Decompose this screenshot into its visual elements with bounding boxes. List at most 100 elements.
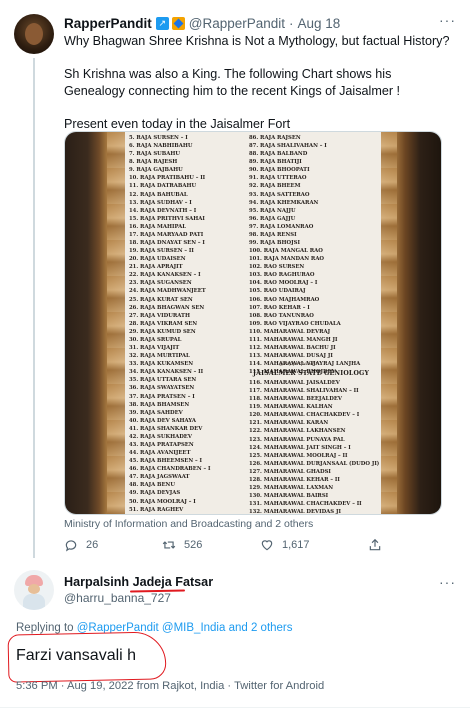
- more-options-icon[interactable]: ···: [439, 12, 456, 28]
- genealogy-entry: 7. RAJA SUBAHU: [129, 151, 181, 158]
- share-icon: [369, 538, 381, 551]
- reply-author-handle[interactable]: @harru_banna_727: [64, 591, 171, 605]
- genealogy-entry: 98. RAJA RENSI: [249, 231, 297, 238]
- genealogy-title: JAISALMER STATE GENIOLOGY: [253, 370, 370, 377]
- genealogy-entry: 128. MAHARAWAL KEHAR – II: [249, 476, 340, 483]
- reply-icon: [65, 540, 77, 552]
- genealogy-entry: 86. RAJA RAJSEN: [249, 135, 301, 141]
- genealogy-entry: 21. RAJA APRAJIT: [129, 264, 183, 271]
- reply-more-options-icon[interactable]: ···: [439, 574, 456, 590]
- carved-pillar-right: [381, 132, 397, 514]
- genealogy-entry: 33. RAJA KUKAMSEN: [129, 361, 194, 368]
- genealogy-entry: 38. RAJA BHAMSEN: [129, 401, 190, 408]
- genealogy-entry: 29. RAJA KUMUD SEN: [129, 328, 196, 335]
- genealogy-entry: 52. RAJA SATTURAO: [129, 514, 210, 515]
- genealogy-entry: 90. RAJA BHOOPATI: [249, 167, 310, 174]
- genealogy-entry: 51. RAJA RAGHEV: [129, 506, 184, 513]
- genealogy-entry: 107. RAO KEHAR – I: [249, 304, 310, 311]
- genealogy-entry: 96. RAJA GAJJU: [249, 215, 296, 222]
- genealogy-entry: 5. RAJA SURSEN – I: [129, 135, 188, 141]
- genealogy-entry: 105. RAO UDAIRAJ: [249, 288, 306, 295]
- genealogy-entry: 23. RAJA SUGANSEN: [129, 280, 192, 287]
- genealogy-entry: 131. MAHARAWAL CHACHAKDEV – II: [249, 501, 362, 508]
- genealogy-entry: 91. RAJA UTTERAO: [249, 175, 307, 182]
- reply-count: 26: [86, 539, 99, 551]
- genealogy-entry: 12. RAJA BAHUBAL: [129, 191, 188, 198]
- reply-button[interactable]: 26: [64, 538, 98, 552]
- genealogy-entry: 13. RAJA SUDHAV – I: [129, 199, 192, 206]
- genealogy-entry: 9. RAJA GAJBAHU: [129, 167, 183, 174]
- genealogy-entry: 103. RAO RAGHURAO: [249, 272, 315, 279]
- genealogy-entry: 40. RAJA DEV SAHAYA: [129, 417, 196, 424]
- genealogy-entry: 46. RAJA CHANDRABEN – I: [129, 466, 211, 473]
- retweet-button[interactable]: 526: [162, 538, 202, 552]
- genealogy-entry: 25. RAJA KURAT SEN: [129, 296, 193, 303]
- genealogy-entry: 47. RAJA JAGSWAAT: [129, 474, 190, 481]
- thread-connector-line: [33, 58, 35, 558]
- genealogy-right-column-lower: 116. MAHARAWAL JAISALDEV 117. MAHARAWAL S…: [249, 379, 380, 514]
- genealogy-right-column: 86. RAJA RAJSEN 87. RAJA SHALIVAHAN – I 88…: [249, 134, 360, 376]
- genealogy-entry: 27. RAJA VIDURATH: [129, 312, 190, 319]
- genealogy-entry: 126. MAHARAWAL DURJANSAAL (DUDO JI): [249, 460, 380, 467]
- genealogy-entry: 100. RAJA MANGAL RAO: [249, 248, 323, 255]
- genealogy-entry: 99. RAJA BHOJSI: [249, 240, 300, 247]
- genealogy-entry: 95. RAJA NAJJU: [249, 207, 296, 214]
- genealogy-entry: 101. RAJA MANDAN RAO: [249, 256, 325, 263]
- genealogy-entry: 6. RAJA NABHIBAHU: [129, 143, 193, 150]
- genealogy-entry: 17. RAJA MARYAAD PATI: [129, 231, 204, 238]
- photo-watermark: @rapperpandit: [279, 361, 318, 367]
- reply-author-display-name[interactable]: Harpalsinh Jadeja Fatsar: [64, 575, 213, 589]
- genealogy-entry: 49. RAJA DEVJAS: [129, 490, 181, 497]
- genealogy-entry: 88. RAJA BALBAND: [249, 151, 308, 158]
- reply-author-avatar[interactable]: [14, 570, 54, 610]
- genealogy-entry: 15. RAJA PRITHVI SAHAI: [129, 215, 205, 222]
- emoji-badge-icon: [171, 16, 185, 30]
- author-handle[interactable]: @RapperPandit: [189, 16, 285, 31]
- genealogy-entry: 89. RAJA BHATIJI: [249, 159, 302, 166]
- genealogy-entry: 109. RAO VIJAYRAO CHUDALA: [249, 320, 341, 327]
- genealogy-entry: 43. RAJA PRATAPSEN: [129, 441, 194, 448]
- genealogy-entry: 117. MAHARAWAL SHALIVAHAN – II: [249, 388, 359, 395]
- genealogy-entry: 123. MAHARAWAL PUNAYA PAL: [249, 436, 345, 443]
- genealogy-entry: 41. RAJA SHANKAR DEV: [129, 425, 203, 432]
- genealogy-entry: 113. MAHARAWAL DUSAJ JI: [249, 353, 333, 360]
- author-display-name[interactable]: RapperPandit: [64, 16, 152, 31]
- genealogy-entry: 30. RAJA SRUPAL: [129, 336, 182, 343]
- genealogy-entry: 87. RAJA SHALIVAHAN – I: [249, 143, 327, 150]
- tweet-image[interactable]: 5. RAJA SURSEN – I 6. RAJA NABHIBAHU 7. RA…: [64, 131, 442, 515]
- tweet-date[interactable]: Aug 18: [298, 16, 341, 31]
- image-tag-caption[interactable]: Ministry of Information and Broadcasting…: [64, 518, 313, 530]
- genealogy-entry: 22. RAJA KANAKSEN – I: [129, 272, 201, 279]
- genealogy-entry: 110. MAHARAWAL DEVRAJ: [249, 328, 331, 335]
- reply-timestamp-meta[interactable]: 5:36 PM · Aug 19, 2022 from Rajkot, Indi…: [16, 680, 324, 692]
- genealogy-entry: 104. RAO MOOLRAJ – I: [249, 280, 318, 287]
- genealogy-board-photo: 5. RAJA SURSEN – I 6. RAJA NABHIBAHU 7. RA…: [65, 132, 441, 515]
- divider: [0, 707, 470, 708]
- genealogy-entry: 16. RAJA MAHIPAL: [129, 223, 186, 230]
- genealogy-entry: 37. RAJA PRATSEN – I: [129, 393, 195, 400]
- tweet-text-line: Sh Krishna was also a King. The followin…: [64, 67, 401, 98]
- like-button[interactable]: 1,617: [260, 538, 310, 552]
- genealogy-entry: 129. MAHARAWAL LAXMAN: [249, 485, 334, 492]
- genealogy-entry: 18. RAJA DNAYAT SEN – I: [129, 240, 205, 247]
- retweet-icon: [162, 541, 176, 549]
- genealogy-entry: 39. RAJA SAHDEV: [129, 409, 183, 416]
- genealogy-entry: 19. RAJA SURSEN – II: [129, 248, 194, 255]
- share-button[interactable]: [368, 538, 382, 552]
- genealogy-entry: 35. RAJA UTTARA SEN: [129, 377, 197, 384]
- genealogy-entry: 45. RAJA BHEEMSEN – I: [129, 458, 202, 465]
- carved-pillar-left: [107, 132, 125, 514]
- genealogy-entry: 121. MAHARAWAL KARAN: [249, 420, 329, 427]
- header-separator: ·: [289, 15, 294, 31]
- genealogy-entry: 36. RAJA SWAYATSEN: [129, 385, 195, 392]
- genealogy-entry: 97. RAJA LOMANRAO: [249, 223, 314, 230]
- heart-icon: [261, 540, 273, 551]
- genealogy-entry: 28. RAJA VIKRAM SEN: [129, 320, 198, 327]
- genealogy-entry: 127. MAHARAWAL GHADSI: [249, 468, 331, 475]
- author-avatar[interactable]: [14, 14, 54, 54]
- genealogy-entry: 26. RAJA BHAGWAN SEN: [129, 304, 205, 311]
- arrow-badge-icon: ↗: [155, 16, 169, 30]
- genealogy-entry: 24. RAJA MADHWANJEET: [129, 288, 206, 295]
- replying-to-line: Replying to @RapperPandit @MIB_India and…: [16, 622, 293, 634]
- genealogy-entry: 130. MAHARAWAL BAIRSI: [249, 493, 329, 500]
